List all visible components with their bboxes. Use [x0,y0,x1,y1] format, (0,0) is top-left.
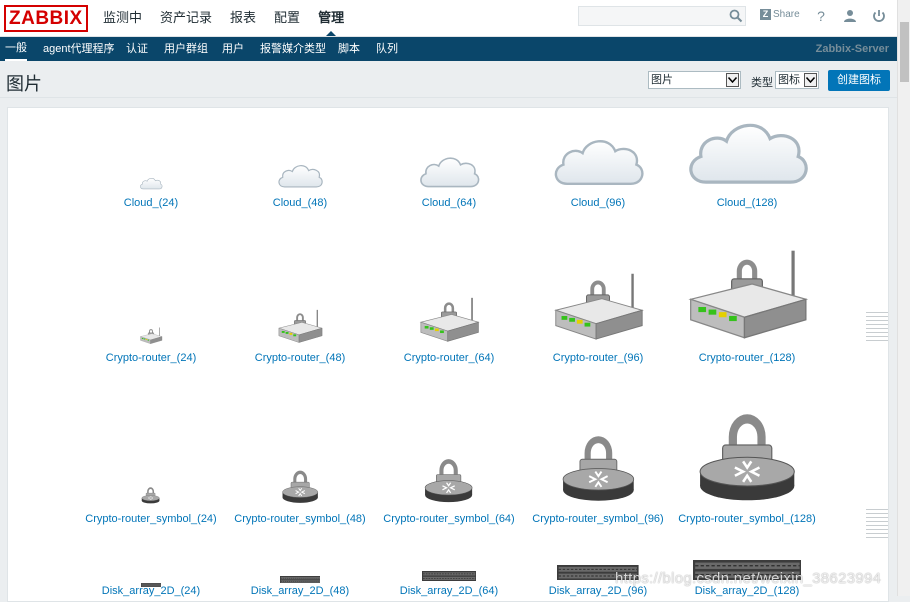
sub-menu: 一般 agent代理程序 认证 用户群组 用户 报警媒介类型 脚本 队列 Zab… [0,37,897,61]
type-select-value: 图标 [778,74,800,86]
header-divider [0,97,897,98]
image-name-link[interactable]: Cloud_(96) [523,197,673,209]
share-label: Share [773,9,800,20]
image-name-link[interactable]: Crypto-router_(64) [374,352,524,364]
image-name-link[interactable]: Crypto-router_symbol_(128) [672,513,822,525]
server-name: Zabbix-Server [815,43,889,55]
general-section-value: 图片 [651,74,673,86]
image-name-link[interactable]: Cloud_(64) [374,197,524,209]
submenu-users[interactable]: 用户 [222,37,244,61]
crypto-router-symbol-icon[interactable] [523,427,673,504]
image-name-link[interactable]: Disk_array_2D_(24) [76,585,226,597]
crypto-router-symbol-icon[interactable] [672,402,822,504]
image-name-link[interactable]: Cloud_(24) [76,197,226,209]
image-name-link[interactable]: Cloud_(128) [672,197,822,209]
share-icon: Z [760,9,771,20]
chevron-down-icon [726,73,739,87]
zabbix-logo[interactable]: ZABBIX [4,5,88,32]
main-menu: 监测中 资产记录 报表 配置 管理 [94,0,353,36]
image-name-link[interactable]: Crypto-router_(48) [225,352,375,364]
image-name-link[interactable]: Crypto-router_symbol_(64) [374,513,524,525]
search-icon[interactable] [728,8,744,24]
submenu-general[interactable]: 一般 [5,37,27,61]
crypto-router-icon[interactable] [672,243,822,345]
resize-grip-lower[interactable] [866,509,888,541]
menu-reports[interactable]: 报表 [221,0,265,36]
image-name-link[interactable]: Crypto-router_(128) [672,352,822,364]
disk-array-icon[interactable] [225,572,375,584]
watermark: https://blog.csdn.net/weixin_38623994 [615,570,882,587]
image-name-link[interactable]: Crypto-router_symbol_(96) [523,513,673,525]
image-name-link[interactable]: Crypto-router_symbol_(24) [76,513,226,525]
submenu-media-types[interactable]: 报警媒介类型 [260,37,326,61]
submenu-scripts[interactable]: 脚本 [338,37,360,61]
crypto-router-symbol-icon[interactable] [76,485,226,504]
crypto-router-icon[interactable] [76,326,226,345]
page-title: 图片 [6,74,42,94]
cloud-icon[interactable] [225,161,375,190]
cloud-icon[interactable] [672,113,822,190]
crypto-router-symbol-icon[interactable] [225,466,375,504]
resize-grip-upper[interactable] [866,312,888,344]
image-grid-panel: Cloud_(24) Cloud_(48) Cloud_(64) Cloud_(… [7,107,889,602]
vertical-scrollbar[interactable] [897,0,910,596]
crypto-router-icon[interactable] [374,294,524,345]
crypto-router-icon[interactable] [523,268,673,345]
menu-administration[interactable]: 管理 [309,0,353,36]
image-name-link[interactable]: Crypto-router_(24) [76,352,226,364]
type-select[interactable]: 图标 [775,71,819,89]
submenu-queue[interactable]: 队列 [376,37,398,61]
cloud-icon[interactable] [374,152,524,190]
scrollbar-thumb[interactable] [900,22,909,82]
general-section-select[interactable]: 图片 [648,71,741,89]
submenu-authentication[interactable]: 认证 [126,37,148,61]
power-icon[interactable] [871,8,887,24]
menu-monitoring[interactable]: 监测中 [94,0,151,36]
disk-array-icon[interactable] [374,570,524,581]
submenu-proxies[interactable]: agent代理程序 [43,37,115,61]
type-label: 类型 [751,77,773,89]
search-input[interactable] [578,6,746,26]
help-icon[interactable]: ? [813,8,829,24]
cloud-icon[interactable] [523,132,673,190]
chevron-down-icon [804,73,817,87]
crypto-router-icon[interactable] [225,307,375,345]
disk-array-icon[interactable] [76,576,226,587]
crypto-router-symbol-icon[interactable] [374,453,524,504]
cloud-icon[interactable] [76,176,226,190]
image-name-link[interactable]: Cloud_(48) [225,197,375,209]
submenu-user-groups[interactable]: 用户群组 [164,37,208,61]
image-name-link[interactable]: Disk_array_2D_(48) [225,585,375,597]
image-name-link[interactable]: Crypto-router_symbol_(48) [225,513,375,525]
image-name-link[interactable]: Crypto-router_(96) [523,352,673,364]
top-navigation: ZABBIX 监测中 资产记录 报表 配置 管理 Z Share ? [0,0,897,37]
menu-configuration[interactable]: 配置 [265,0,309,36]
menu-inventory[interactable]: 资产记录 [151,0,221,36]
create-icon-button[interactable]: 创建图标 [828,70,890,91]
image-name-link[interactable]: Disk_array_2D_(64) [374,585,524,597]
user-icon[interactable] [842,8,858,24]
share-link[interactable]: Z Share [760,9,800,20]
